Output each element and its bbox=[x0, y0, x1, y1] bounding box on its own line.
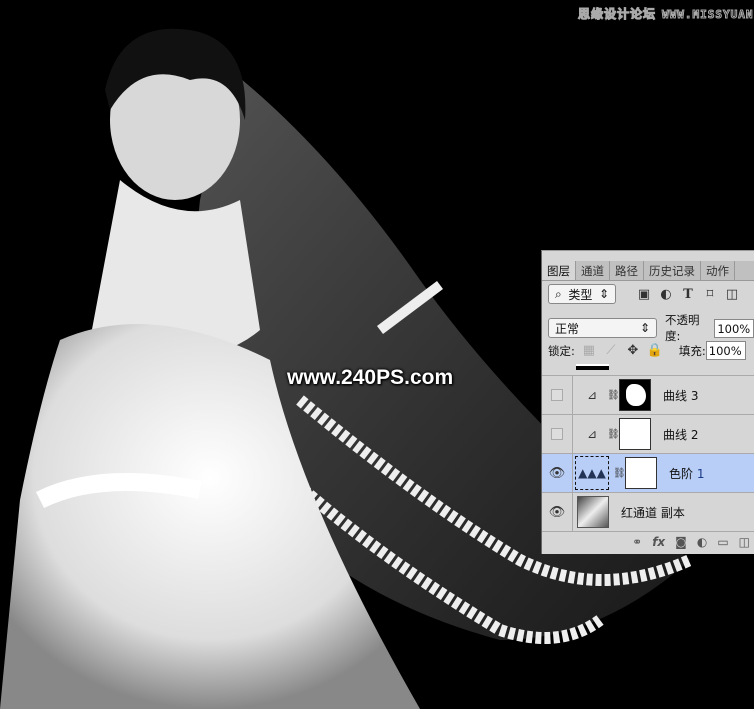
shape-filter-icon[interactable]: ⌑ bbox=[702, 287, 718, 302]
link-icon[interactable]: ⚭ bbox=[632, 535, 642, 549]
visibility-toggle[interactable]: 👁 bbox=[542, 493, 573, 531]
chain-link-icon[interactable]: ⛓ bbox=[607, 429, 620, 440]
layer-thumbnail[interactable] bbox=[577, 496, 609, 528]
layer-mask-thumbnail[interactable] bbox=[625, 457, 657, 489]
smart-object-filter-icon[interactable]: ◫ bbox=[724, 287, 740, 302]
curves-icon: ⊿ bbox=[586, 427, 598, 441]
fill-label: 填充: bbox=[678, 343, 706, 358]
layer-name[interactable]: 色阶 1 bbox=[669, 465, 704, 482]
eye-icon: 👁 bbox=[548, 465, 566, 481]
tab-history[interactable]: 历史记录 bbox=[644, 261, 701, 280]
stepper-icon: ⇕ bbox=[598, 287, 609, 301]
image-filter-icon[interactable]: ▣ bbox=[636, 287, 652, 302]
visibility-toggle[interactable] bbox=[542, 415, 573, 453]
filter-type-select[interactable]: ⌕ 类型 ⇕ bbox=[548, 284, 616, 304]
tab-paths[interactable]: 路径 bbox=[610, 261, 644, 280]
chain-link-icon[interactable]: ⛓ bbox=[607, 390, 620, 401]
eye-icon: 👁 bbox=[548, 504, 566, 520]
lock-position-icon[interactable]: ✥ bbox=[625, 343, 641, 358]
lock-label: 锁定: bbox=[548, 343, 575, 358]
mask-icon[interactable]: ◙ bbox=[675, 535, 687, 549]
partial-layer-thumbnail bbox=[576, 364, 609, 370]
fill-input[interactable]: 100% bbox=[705, 341, 746, 360]
layers-panel: 图层 通道 路径 历史记录 动作 ⌕ 类型 ⇕ ▣ ◐ T ⌑ ◫ 正常 ⇕ 不透明度… bbox=[541, 250, 754, 554]
new-layer-icon[interactable]: ◫ bbox=[739, 535, 750, 549]
layer-levels-1[interactable]: 👁 ▲▲▲ ⛓ 色阶 1 bbox=[542, 453, 754, 492]
stepper-icon: ⇕ bbox=[639, 321, 650, 335]
folder-icon[interactable]: ▭ bbox=[717, 535, 728, 549]
fx-icon[interactable]: fx bbox=[652, 535, 665, 549]
lock-paint-icon[interactable]: ⟋ bbox=[603, 343, 619, 358]
layer-curves-3[interactable]: ⊿ ⛓ 曲线 3 bbox=[542, 375, 754, 414]
panel-footer: ⚭ fx ◙ ◐ ▭ ◫ bbox=[542, 531, 754, 551]
opacity-input[interactable]: 100% bbox=[714, 318, 754, 338]
levels-icon: ▲▲▲ bbox=[575, 456, 609, 490]
filter-label: 类型 bbox=[568, 287, 593, 302]
panel-tabs: 图层 通道 路径 历史记录 动作 bbox=[542, 261, 754, 281]
layer-red-channel-copy[interactable]: 👁 红通道 副本 bbox=[542, 492, 754, 531]
watermark-center: www.240PS.com bbox=[287, 366, 454, 389]
visibility-toggle[interactable] bbox=[542, 376, 573, 414]
layer-mask-thumbnail[interactable] bbox=[619, 379, 651, 411]
curves-icon: ⊿ bbox=[586, 388, 598, 402]
adjustment-icon[interactable]: ◐ bbox=[697, 535, 707, 549]
visibility-toggle[interactable]: 👁 bbox=[542, 454, 573, 492]
watermark-top: 思缘设计论坛WWW.MISSYUAN.COM bbox=[577, 7, 754, 22]
layer-curves-2[interactable]: ⊿ ⛓ 曲线 2 bbox=[542, 414, 754, 453]
opacity-label: 不透明度: bbox=[665, 313, 700, 343]
adjustment-filter-icon[interactable]: ◐ bbox=[658, 287, 674, 302]
tab-actions[interactable]: 动作 bbox=[701, 261, 735, 280]
layer-name[interactable]: 曲线 3 bbox=[663, 387, 698, 404]
tab-layers[interactable]: 图层 bbox=[542, 261, 576, 280]
blend-mode-select[interactable]: 正常 ⇕ bbox=[548, 318, 657, 338]
chain-link-icon[interactable]: ⛓ bbox=[613, 468, 626, 479]
type-filter-icon[interactable]: T bbox=[680, 287, 696, 302]
blend-mode-value: 正常 bbox=[555, 321, 580, 336]
lock-transparent-icon[interactable]: ▦ bbox=[581, 343, 597, 358]
layer-name[interactable]: 曲线 2 bbox=[663, 426, 698, 443]
layer-mask-thumbnail[interactable] bbox=[619, 418, 651, 450]
search-icon: ⌕ bbox=[555, 286, 562, 301]
lock-all-icon[interactable]: 🔒 bbox=[647, 343, 663, 358]
layer-name[interactable]: 红通道 副本 bbox=[621, 504, 685, 521]
tab-channels[interactable]: 通道 bbox=[576, 261, 610, 280]
